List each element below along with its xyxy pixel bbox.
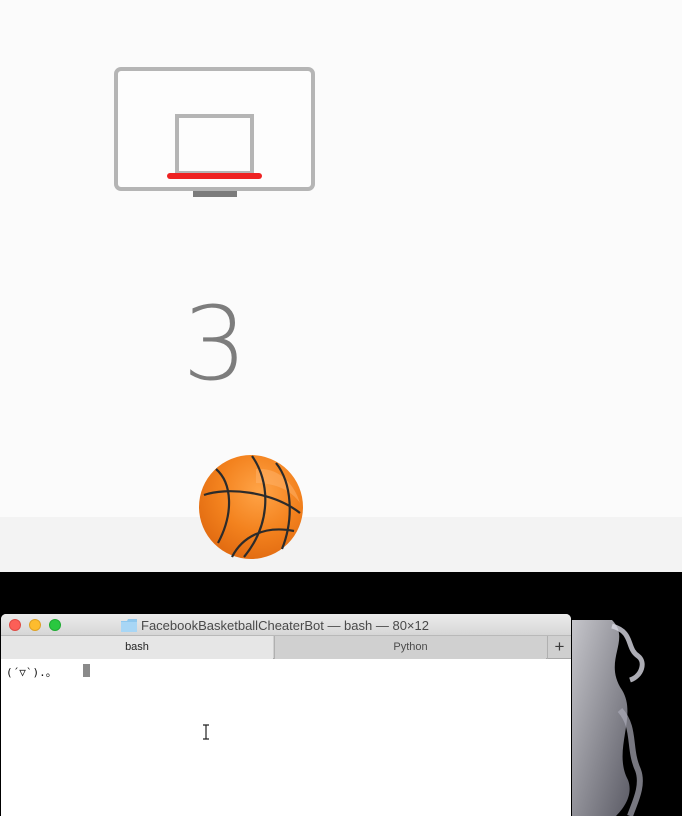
game-floor xyxy=(0,517,682,572)
terminal-tab-bar: bash Python + xyxy=(1,636,571,659)
terminal-prompt: (´▽`).。 xyxy=(6,666,57,679)
terminal-window[interactable]: FacebookBasketballCheaterBot — bash — 80… xyxy=(1,614,571,816)
terminal-cursor xyxy=(83,664,90,677)
terminal-content[interactable]: (´▽`).。 xyxy=(1,659,571,816)
basketball-game-area[interactable]: 3 xyxy=(0,0,682,572)
zoom-icon[interactable] xyxy=(49,619,61,631)
score-counter: 3 xyxy=(182,285,248,404)
hoop-rim xyxy=(167,173,262,179)
window-title: FacebookBasketballCheaterBot — bash — 80… xyxy=(141,618,429,633)
basketball[interactable] xyxy=(196,453,306,561)
desktop-wallpaper-smoke xyxy=(572,620,682,816)
minimize-icon[interactable] xyxy=(29,619,41,631)
tab-python[interactable]: Python xyxy=(274,636,546,659)
terminal-titlebar[interactable]: FacebookBasketballCheaterBot — bash — 80… xyxy=(1,614,571,636)
tab-bash[interactable]: bash xyxy=(1,636,273,659)
backboard-target-square xyxy=(175,114,254,175)
text-cursor-icon xyxy=(203,724,209,740)
new-tab-button[interactable]: + xyxy=(547,636,571,659)
close-icon[interactable] xyxy=(9,619,21,631)
hoop-mount xyxy=(193,191,237,197)
folder-icon xyxy=(121,619,137,632)
